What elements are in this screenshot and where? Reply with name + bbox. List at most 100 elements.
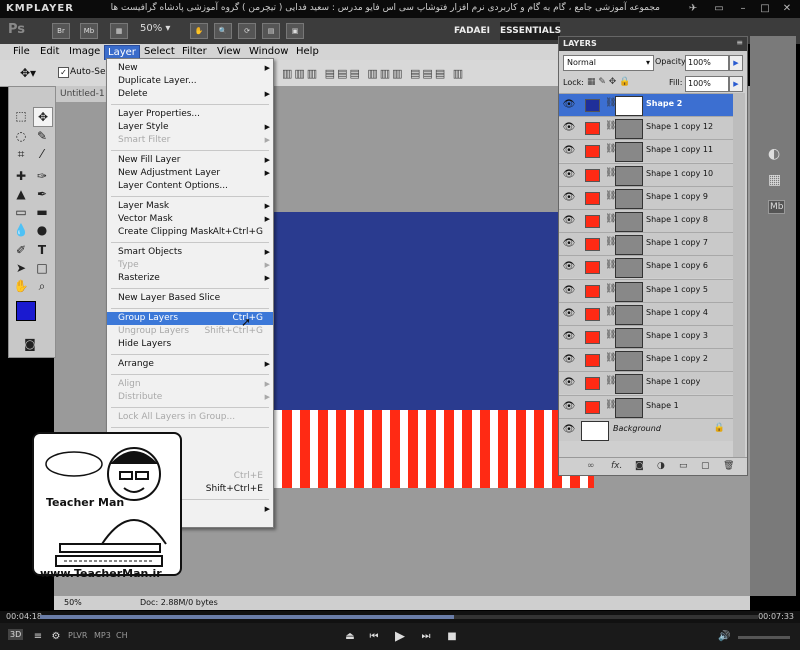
hand-tool-icon[interactable]: ✋ xyxy=(12,277,30,295)
visibility-eye-icon[interactable]: 👁 xyxy=(562,353,576,367)
canvas-stripes[interactable] xyxy=(264,410,594,488)
vector-mask-thumbnail[interactable] xyxy=(615,258,643,279)
rotate-view-button[interactable]: ⟳ xyxy=(238,23,256,39)
zoom-tool-icon[interactable]: ⌕ xyxy=(33,277,51,295)
menu-edit[interactable]: Edit xyxy=(37,45,62,59)
visibility-eye-icon[interactable]: 👁 xyxy=(562,400,576,414)
layer-fill-swatch[interactable] xyxy=(585,238,600,252)
layer-menu-item[interactable]: New ▶ xyxy=(107,62,273,75)
layer-menu-item[interactable]: Delete ▶ xyxy=(107,88,273,101)
background-thumbnail[interactable] xyxy=(581,420,609,441)
menu-file[interactable]: File xyxy=(10,45,33,59)
vector-mask-thumbnail[interactable] xyxy=(615,397,643,418)
fill-input[interactable]: 100% xyxy=(685,76,729,92)
layer-row[interactable]: 👁 ⛓ Shape 1 copy 9 xyxy=(559,185,733,209)
vector-mask-thumbnail[interactable] xyxy=(615,212,643,232)
layer-row[interactable]: 👁 ⛓ Shape 1 copy 10 xyxy=(559,162,733,186)
minibridge-panel-icon[interactable]: Mb xyxy=(768,200,786,214)
layer-fill-swatch[interactable] xyxy=(585,400,600,414)
hand-tool-button[interactable]: ✋ xyxy=(190,23,208,39)
eject-icon[interactable]: ⏏ xyxy=(344,631,356,643)
stamp-tool-icon[interactable]: ▲ xyxy=(12,185,30,203)
layer-menu-item[interactable]: Layer Properties... xyxy=(107,108,273,121)
dodge-tool-icon[interactable]: ● xyxy=(33,221,51,239)
arrange-docs-button[interactable]: ▤ xyxy=(262,23,280,39)
new-layer-icon[interactable]: ▢ xyxy=(701,461,710,471)
brush-tool-icon[interactable]: ✑ xyxy=(33,167,51,185)
trash-icon[interactable]: 🗑 xyxy=(723,461,734,471)
adjustments-panel-icon[interactable]: ▦ xyxy=(768,172,781,188)
minimize-icon[interactable]: – xyxy=(736,3,750,15)
vector-mask-thumbnail[interactable] xyxy=(615,96,643,116)
layer-fill-swatch[interactable] xyxy=(585,331,600,344)
view-extras-button[interactable]: ▦ xyxy=(110,23,128,39)
eyedropper-tool-icon[interactable]: ⁄ xyxy=(33,145,51,163)
visibility-eye-icon[interactable]: 👁 xyxy=(562,423,576,437)
visibility-eye-icon[interactable]: 👁 xyxy=(562,260,576,274)
vector-mask-thumbnail[interactable] xyxy=(615,281,643,302)
mask-icon[interactable]: ◙ xyxy=(635,461,644,471)
opacity-arrow-icon[interactable]: ▶ xyxy=(729,55,743,71)
menu-select[interactable]: Select xyxy=(141,45,178,59)
menu-icon[interactable]: ▭ xyxy=(712,3,726,15)
visibility-eye-icon[interactable]: 👁 xyxy=(562,144,576,158)
layer-menu-item[interactable]: Layer Style ▶ xyxy=(107,121,273,134)
menu-filter[interactable]: Filter xyxy=(179,45,210,59)
panel-menu-icon[interactable]: ≡ xyxy=(736,38,743,47)
vector-mask-thumbnail[interactable] xyxy=(615,188,643,209)
quick-mask-icon[interactable]: ◙ xyxy=(21,335,39,353)
layer-fill-swatch[interactable] xyxy=(585,215,600,228)
foreground-color-swatch[interactable] xyxy=(16,301,36,321)
visibility-eye-icon[interactable]: 👁 xyxy=(562,98,576,112)
visibility-eye-icon[interactable]: 👁 xyxy=(562,237,576,251)
path-select-tool-icon[interactable]: ➤ xyxy=(12,259,30,277)
layer-menu-item[interactable]: New Layer Based Slice xyxy=(107,292,273,305)
visibility-eye-icon[interactable]: 👁 xyxy=(562,214,576,228)
healing-tool-icon[interactable]: ✚ xyxy=(12,167,30,185)
vector-mask-thumbnail[interactable] xyxy=(615,374,643,395)
auto-select-checkbox[interactable]: ✓ xyxy=(58,67,69,78)
teacherman-url[interactable]: www.TeacherMan.ir xyxy=(40,567,162,580)
layers-scrollbar[interactable] xyxy=(733,93,745,457)
eraser-tool-icon[interactable]: ▭ xyxy=(12,203,30,221)
layer-menu-item[interactable]: New Adjustment Layer ▶ xyxy=(107,167,273,180)
vector-mask-thumbnail[interactable] xyxy=(615,328,643,348)
layer-row[interactable]: 👁 ⛓ Shape 1 copy 5 xyxy=(559,278,733,302)
vector-mask-thumbnail[interactable] xyxy=(615,119,643,140)
canvas-blue-area[interactable] xyxy=(264,212,570,410)
fx-icon[interactable]: fx. xyxy=(611,461,622,471)
layer-fill-swatch[interactable] xyxy=(585,191,600,205)
vector-mask-thumbnail[interactable] xyxy=(615,165,643,186)
layer-row-background[interactable]: 👁 🔒 Background xyxy=(559,417,733,441)
workspace-essentials[interactable]: ESSENTIALS xyxy=(500,22,561,40)
screen-mode-button[interactable]: ▣ xyxy=(286,23,304,39)
menu-window[interactable]: Window xyxy=(246,45,291,59)
visibility-eye-icon[interactable]: 👁 xyxy=(562,376,576,390)
visibility-eye-icon[interactable]: 👁 xyxy=(562,168,576,182)
zoom-select[interactable]: 50% ▾ xyxy=(140,23,170,34)
history-brush-tool-icon[interactable]: ✒ xyxy=(33,185,51,203)
maximize-icon[interactable]: □ xyxy=(758,3,772,15)
layer-row[interactable]: 👁 ⛓ Shape 1 copy 4 xyxy=(559,301,733,325)
layer-menu-item[interactable]: Create Clipping Mask Alt+Ctrl+G xyxy=(107,226,273,239)
playlist-icon[interactable]: ≡ xyxy=(32,631,44,643)
layer-fill-swatch[interactable] xyxy=(585,354,600,368)
layer-row[interactable]: 👁 ⛓ Shape 1 copy 3 xyxy=(559,325,733,348)
vector-mask-thumbnail[interactable] xyxy=(615,142,643,163)
close-icon[interactable]: ✕ xyxy=(780,3,794,15)
status-zoom[interactable]: 50% xyxy=(64,598,82,607)
layer-menu-item[interactable]: Hide Layers xyxy=(107,338,273,351)
layer-row[interactable]: 👁 ⛓ Shape 1 copy 6 xyxy=(559,255,733,279)
menu-image[interactable]: Image xyxy=(66,45,103,59)
layer-row[interactable]: 👁 ⛓ Shape 1 xyxy=(559,394,733,418)
vector-mask-thumbnail[interactable] xyxy=(615,304,643,325)
volume-icon[interactable]: 🔊 xyxy=(718,631,730,643)
layer-row[interactable]: 👁 ⛓ Shape 1 copy 2 xyxy=(559,348,733,372)
fill-arrow-icon[interactable]: ▶ xyxy=(729,76,743,92)
move-tool-icon[interactable]: ✥ xyxy=(33,107,53,127)
layer-row[interactable]: 👁 ⛓ Shape 1 copy xyxy=(559,371,733,395)
layer-menu-item[interactable]: Layer Mask ▶ xyxy=(107,200,273,213)
layer-fill-swatch[interactable] xyxy=(585,307,600,321)
opacity-input[interactable]: 100% xyxy=(685,55,729,71)
crop-tool-icon[interactable]: ⌗ xyxy=(12,145,30,163)
